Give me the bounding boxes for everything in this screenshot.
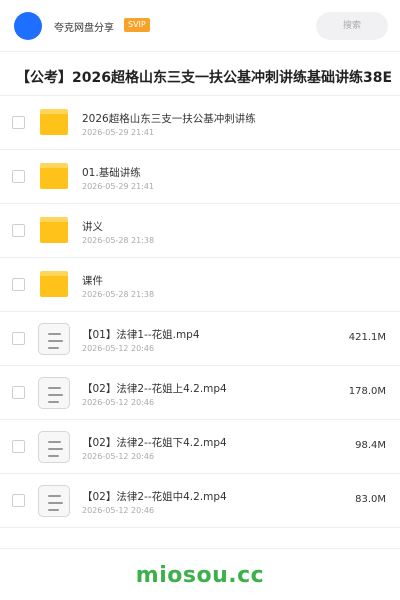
item-date: 2026-05-12 20:46 [82,398,155,407]
folder-icon [40,217,68,243]
list-item[interactable]: 【02】法律2--花姐上4.2.mp4 2026-05-12 20:46 178.0… [0,366,400,420]
item-size: 421.1M [348,332,386,343]
video-file-icon [38,431,70,463]
item-date: 2026-05-29 21:41 [82,128,155,137]
item-name: 【02】法律2--花姐中4.2.mp4 [82,491,227,503]
item-date: 2026-05-29 21:41 [82,182,155,191]
select-checkbox[interactable] [12,386,25,399]
item-date: 2026-05-12 20:46 [82,344,155,353]
item-name: 课件 [82,275,103,287]
item-name: 讲义 [82,221,103,233]
item-size: 98.4M [355,440,386,451]
search-input[interactable]: 搜索 [316,12,388,40]
list-item[interactable]: 【01】法律1--花姐.mp4 2026-05-12 20:46 421.1M [0,312,400,366]
svip-badge: SVIP [124,18,150,32]
footer: miosou.cc [0,548,400,600]
item-date: 2026-05-12 20:46 [82,452,155,461]
video-file-icon [38,323,70,355]
item-name: 【02】法律2--花姐上4.2.mp4 [82,383,227,395]
list-item[interactable]: 【02】法律2--花姐中4.2.mp4 2026-05-12 20:46 83.0M [0,474,400,528]
select-checkbox[interactable] [12,332,25,345]
select-checkbox[interactable] [12,224,25,237]
list-item[interactable]: 01.基础讲练 2026-05-29 21:41 [0,150,400,204]
list-item[interactable]: 课件 2026-05-28 21:38 [0,258,400,312]
folder-icon [40,109,68,135]
item-size: 83.0M [355,494,386,505]
item-date: 2026-05-28 21:38 [82,236,155,245]
header: 夸克网盘分享 SVIP 搜索 [0,0,400,52]
folder-icon [40,163,68,189]
site-name: 夸克网盘分享 [54,23,114,34]
share-title-bar: 【公考】2026超格山东三支一扶公基冲刺讲练基础讲练38E [0,58,400,96]
item-name: 01.基础讲练 [82,167,141,179]
folder-icon [40,271,68,297]
select-checkbox[interactable] [12,116,25,129]
item-name: 【02】法律2--花姐下4.2.mp4 [82,437,227,449]
list-item[interactable]: 【02】法律2--花姐下4.2.mp4 2026-05-12 20:46 98.4M [0,420,400,474]
item-date: 2026-05-12 20:46 [82,506,155,515]
select-checkbox[interactable] [12,440,25,453]
list-item[interactable]: 2026超格山东三支一扶公基冲刺讲练 2026-05-29 21:41 [0,96,400,150]
brand-watermark: miosou.cc [135,563,265,588]
video-file-icon [38,485,70,517]
item-name: 2026超格山东三支一扶公基冲刺讲练 [82,113,256,125]
item-date: 2026-05-28 21:38 [82,290,155,299]
avatar[interactable] [14,12,42,40]
item-name: 【01】法律1--花姐.mp4 [82,329,200,341]
file-list: 2026超格山东三支一扶公基冲刺讲练 2026-05-29 21:41 01.基础讲… [0,96,400,528]
page-title: 【公考】2026超格山东三支一扶公基冲刺讲练基础讲练38E [16,70,393,86]
video-file-icon [38,377,70,409]
select-checkbox[interactable] [12,494,25,507]
item-size: 178.0M [348,386,386,397]
list-item[interactable]: 讲义 2026-05-28 21:38 [0,204,400,258]
select-checkbox[interactable] [12,170,25,183]
select-checkbox[interactable] [12,278,25,291]
